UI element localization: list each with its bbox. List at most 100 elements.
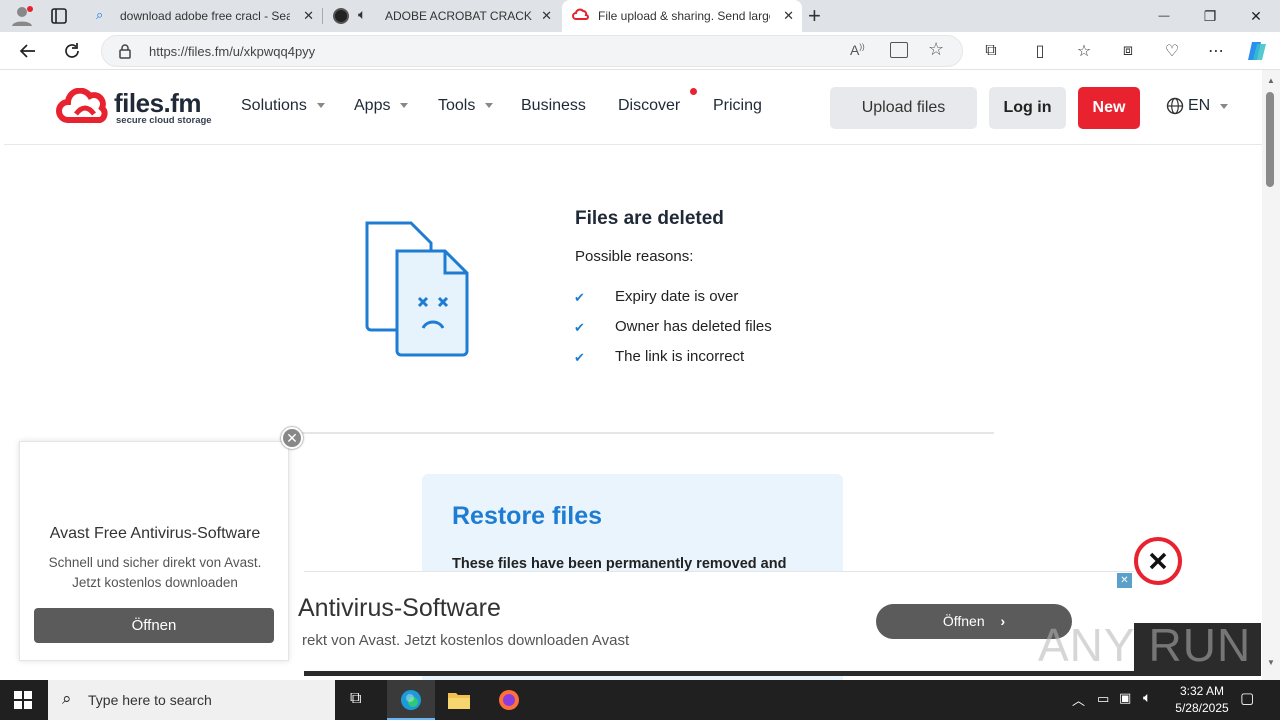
- chevron-down-icon: [316, 103, 325, 109]
- check-icon: ✔: [574, 320, 585, 335]
- scroll-down-arrow[interactable]: ▼: [1267, 658, 1275, 667]
- popup-ad-line2: Jetzt kostenlos downloaden: [72, 575, 238, 590]
- back-icon[interactable]: [15, 38, 41, 64]
- login-button[interactable]: Log in: [989, 87, 1066, 129]
- clock-time[interactable]: 3:32 AM: [1172, 684, 1232, 698]
- windows-taskbar: ⌕ Type here to search ⧉ ︿ ▭ ▣ 🔈︎ 3:32 AM…: [0, 680, 1280, 720]
- firefox-icon[interactable]: [497, 688, 521, 717]
- network-icon[interactable]: ▣: [1119, 690, 1131, 706]
- tab-separator: [322, 8, 323, 24]
- popup-close-icon[interactable]: ✕: [281, 427, 303, 449]
- new-button[interactable]: New: [1078, 87, 1140, 129]
- new-tab-button[interactable]: +: [808, 3, 821, 29]
- file-explorer-icon[interactable]: [447, 689, 471, 716]
- filesfm-logo-icon[interactable]: [56, 87, 112, 131]
- tab-actions-icon[interactable]: [50, 7, 68, 25]
- clock-date[interactable]: 5/28/2025: [1166, 701, 1238, 715]
- banner-ad-text: rekt von Avast. Jetzt kostenlos download…: [302, 632, 630, 649]
- minimize-button[interactable]: —: [1141, 0, 1187, 32]
- nav-business[interactable]: Business: [521, 97, 586, 115]
- close-tab-icon[interactable]: ✕: [303, 8, 314, 24]
- taskbar-search-box[interactable]: ⌕ Type here to search: [48, 680, 335, 720]
- tab-title: download adobe free cracl - Sear: [120, 9, 290, 23]
- nav-tools[interactable]: Tools: [438, 97, 494, 115]
- reason-item: Owner has deleted files: [615, 318, 772, 335]
- close-tab-icon[interactable]: ✕: [541, 8, 552, 24]
- ad-close-circle-icon[interactable]: [1134, 537, 1182, 585]
- banner-ad-title: Antivirus-Software: [298, 594, 501, 622]
- chevron-right-icon: ›: [1000, 613, 1006, 629]
- immersive-reader-icon[interactable]: [890, 42, 908, 58]
- site-header: files.fm secure cloud storage Solutions …: [4, 70, 1262, 145]
- browser-essentials-icon[interactable]: ♡: [1159, 38, 1185, 64]
- maximize-button[interactable]: ❐: [1187, 0, 1233, 32]
- popup-ad-title: Avast Free Antivirus-Software: [49, 525, 261, 542]
- popup-ad-line1: Schnell und sicher direkt von Avast.: [48, 555, 262, 570]
- tab-filesfm[interactable]: File upload & sharing. Send large ✕: [562, 0, 802, 32]
- profile-avatar[interactable]: [10, 5, 34, 27]
- reason-item: The link is incorrect: [615, 348, 745, 365]
- audio-icon[interactable]: 🔈︎: [358, 6, 366, 23]
- section-divider: [294, 432, 994, 434]
- close-tab-icon[interactable]: ✕: [783, 8, 794, 24]
- split-screen-icon[interactable]: ▯: [1027, 38, 1053, 64]
- browser-tab-bar: ⌕ download adobe free cracl - Sear ✕ 🔈︎ …: [0, 0, 1280, 32]
- volume-icon[interactable]: 🔈︎: [1143, 689, 1151, 706]
- tab-title: ADOBE ACROBAT CRACK | A: [385, 9, 535, 23]
- chevron-down-icon: [1220, 103, 1229, 109]
- banner-bottom-bar: [304, 671, 1134, 676]
- favorites-icon[interactable]: ☆: [1071, 38, 1097, 64]
- search-icon: ⌕: [62, 689, 72, 708]
- chevron-down-icon: [400, 103, 409, 109]
- filesfm-icon: [572, 8, 590, 25]
- more-options-icon[interactable]: ⋯: [1203, 38, 1229, 64]
- extensions-icon[interactable]: ⧉: [978, 38, 1004, 64]
- deleted-files-illustration: [359, 218, 489, 368]
- scrollbar-thumb[interactable]: [1266, 92, 1274, 187]
- upload-files-button[interactable]: Upload files: [830, 87, 977, 129]
- avast-popup-ad: Avast Free Antivirus-Software Schnell un…: [19, 441, 289, 661]
- deleted-title: Files are deleted: [575, 208, 724, 229]
- notification-dot: [690, 88, 697, 95]
- notifications-icon[interactable]: ▢: [1240, 689, 1254, 707]
- nav-solutions[interactable]: Solutions: [241, 97, 325, 115]
- restore-title: Restore files: [452, 502, 603, 530]
- site-tagline: secure cloud storage: [116, 115, 212, 126]
- banner-ad-button-label: Öffnen: [942, 613, 985, 629]
- read-aloud-icon[interactable]: A)): [850, 42, 865, 58]
- chevron-down-icon: [485, 103, 494, 109]
- tab-acrobat[interactable]: 🔈︎ ADOBE ACROBAT CRACK | A ✕: [324, 0, 560, 32]
- reason-item: Expiry date is over: [615, 288, 739, 305]
- page-scrollbar[interactable]: ▲ ▼: [1262, 70, 1280, 680]
- close-window-button[interactable]: ✕: [1233, 0, 1279, 32]
- search-icon: ⌕: [96, 7, 104, 22]
- nav-pricing[interactable]: Pricing: [713, 97, 762, 115]
- nav-apps[interactable]: Apps: [354, 97, 409, 115]
- tab-title: File upload & sharing. Send large: [598, 9, 770, 23]
- popup-ad-open-button[interactable]: Öffnen: [34, 608, 274, 643]
- lock-icon[interactable]: [118, 43, 132, 64]
- copilot-icon[interactable]: [1244, 38, 1270, 64]
- url-text: https://files.fm/u/xkpwqq4pyy: [149, 44, 316, 59]
- globe-icon: [1166, 97, 1184, 115]
- edge-taskbar-icon[interactable]: [387, 680, 435, 720]
- check-icon: ✔: [574, 350, 585, 365]
- task-view-icon[interactable]: ⧉: [350, 690, 361, 708]
- collections-icon[interactable]: ⧈: [1115, 38, 1141, 64]
- show-hidden-icons[interactable]: ︿: [1072, 690, 1085, 709]
- avast-banner-ad: Antivirus-Software rekt von Avast. Jetzt…: [298, 571, 1134, 672]
- tab-search[interactable]: ⌕ download adobe free cracl - Sear ✕: [86, 0, 322, 32]
- refresh-icon[interactable]: [59, 38, 85, 64]
- address-bar[interactable]: https://files.fm/u/xkpwqq4pyy A)) ☆: [101, 35, 963, 67]
- banner-close-icon[interactable]: ✕: [1117, 573, 1132, 588]
- battery-icon[interactable]: ▭: [1097, 691, 1109, 707]
- browser-toolbar: https://files.fm/u/xkpwqq4pyy A)) ☆ ⧉ ▯ …: [0, 32, 1280, 70]
- favorite-star-icon[interactable]: ☆: [928, 39, 944, 60]
- nav-discover[interactable]: Discover: [618, 88, 697, 115]
- site-icon: [333, 8, 349, 24]
- taskbar-search-placeholder: Type here to search: [88, 692, 212, 708]
- restore-text: These files have been permanently remove…: [452, 556, 787, 572]
- scroll-up-arrow[interactable]: ▲: [1267, 76, 1275, 85]
- language-selector[interactable]: EN: [1166, 97, 1229, 115]
- start-windows-icon[interactable]: [14, 691, 32, 714]
